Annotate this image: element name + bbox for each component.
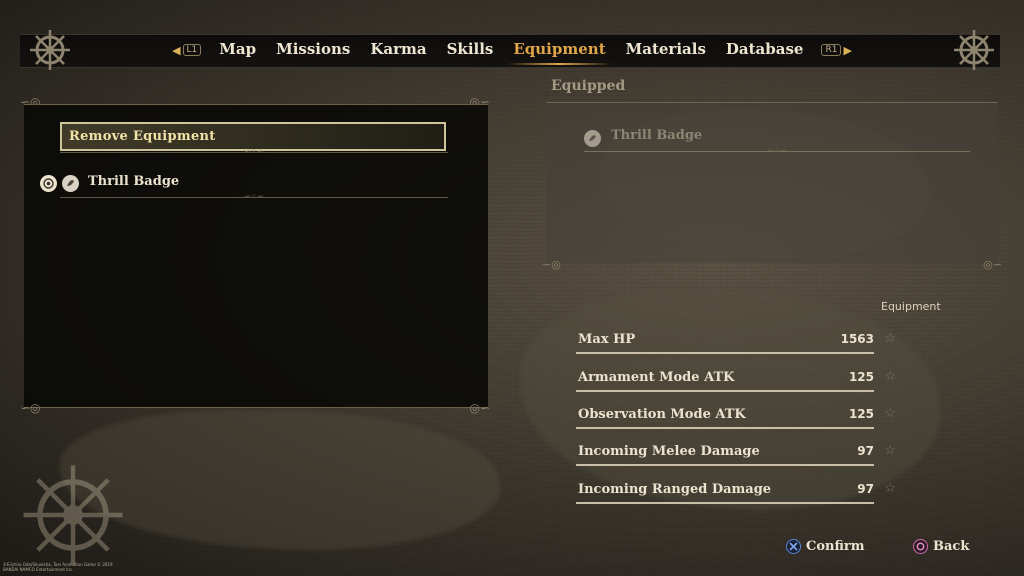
stat-value: 125 (848, 407, 874, 421)
stat-row: Armament Mode ATK 125 ☆ (576, 366, 896, 392)
ship-wheel-icon (23, 465, 123, 565)
tab-navigation: ◀ L1 Map Missions Karma Skills Equipment… (0, 34, 1024, 66)
map-landmass (520, 290, 940, 510)
star-icon: ☆ (884, 331, 896, 346)
stat-value: 1563 (840, 332, 874, 346)
divider: ∽◦∽ (584, 146, 970, 156)
stat-label: Max HP (578, 332, 636, 347)
stat-label: Incoming Ranged Damage (578, 482, 772, 497)
equipped-marker-icon (40, 175, 57, 192)
cross-button-icon (786, 539, 801, 554)
tab-missions[interactable]: Missions (266, 34, 360, 66)
l1-key-icon: L1 (182, 44, 202, 56)
stat-row: Incoming Melee Damage 97 ☆ (576, 440, 896, 466)
tab-database[interactable]: Database (716, 34, 814, 66)
badge-icon (584, 130, 601, 147)
next-tab-button[interactable]: R1 ▶ (821, 43, 852, 57)
star-icon: ☆ (884, 443, 896, 458)
stat-label: Observation Mode ATK (578, 407, 746, 422)
tab-map[interactable]: Map (209, 34, 266, 66)
circle-button-icon (913, 539, 928, 554)
confirm-label: Confirm (806, 539, 865, 554)
stat-label: Incoming Melee Damage (578, 444, 760, 459)
stat-row: Max HP 1563 ☆ (576, 328, 896, 354)
tab-equipment[interactable]: Equipment (503, 34, 615, 66)
star-icon: ☆ (884, 406, 896, 421)
tab-karma[interactable]: Karma (360, 34, 436, 66)
arrow-left-icon: ◀ (172, 43, 181, 57)
back-label: Back (933, 539, 970, 554)
stat-row: Observation Mode ATK 125 ☆ (576, 403, 896, 429)
stat-value: 125 (848, 370, 874, 384)
divider: ∽◦∽ (60, 147, 448, 157)
item-name: Thrill Badge (88, 174, 180, 189)
stat-value: 97 (857, 444, 874, 458)
tab-materials[interactable]: Materials (616, 34, 716, 66)
r1-key-icon: R1 (821, 44, 842, 56)
confirm-button[interactable]: Confirm (786, 539, 865, 554)
back-button[interactable]: Back (913, 539, 969, 554)
panel-bottom-ornament: ∽◎ ◎∽ (542, 258, 1002, 271)
stat-label: Armament Mode ATK (578, 370, 735, 385)
divider: ∽◦∽ (60, 192, 448, 202)
prev-tab-button[interactable]: ◀ L1 (172, 43, 202, 57)
star-icon: ☆ (884, 369, 896, 384)
star-icon: ☆ (884, 481, 896, 496)
copyright-text: ©Eiichiro Oda/Shueisha, Toei Animation G… (3, 562, 113, 572)
stat-row: Incoming Ranged Damage 97 ☆ (576, 478, 896, 504)
arrow-right-icon: ▶ (843, 43, 852, 57)
equipped-section-title: Equipped (551, 78, 626, 94)
tab-skills[interactable]: Skills (437, 34, 504, 66)
equipped-item-name: Thrill Badge (611, 128, 703, 143)
stat-value: 97 (857, 482, 874, 496)
badge-icon (62, 175, 79, 192)
panel-bottom-ornament: ∽◎ ◎∽ (20, 401, 490, 415)
stats-column-header: Equipment (881, 300, 941, 313)
